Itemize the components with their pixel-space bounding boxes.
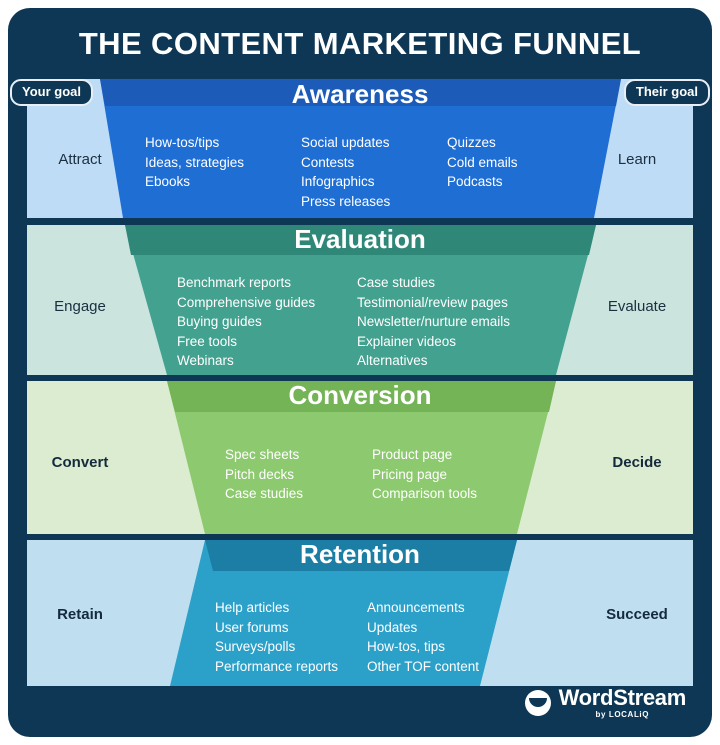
list-item: Surveys/polls	[215, 639, 296, 654]
list-item: Benchmark reports	[177, 275, 292, 290]
retention-column-1: Help articles User forums Surveys/polls …	[215, 598, 367, 676]
stage-conversion: Conversion Convert Decide Spec sheets Pi…	[27, 381, 693, 534]
conversion-left-goal: Convert	[51, 454, 109, 471]
list-item: Pricing page	[372, 466, 448, 482]
stage-retention: Retention Retain Succeed Help articles U…	[27, 540, 693, 686]
awareness-items: How-tos/tips Ideas, strategies Ebooks So…	[145, 133, 577, 211]
list-item: Alternatives	[357, 353, 428, 368]
list-item: Comprehensive guides	[177, 294, 316, 310]
list-item: Buying guides	[177, 314, 262, 329]
list-item: Free tools	[177, 333, 238, 349]
list-item: Performance reports	[215, 658, 339, 674]
list-item: Contests	[301, 154, 355, 170]
awareness-title: Awareness	[291, 79, 429, 109]
list-item: Press releases	[301, 193, 391, 209]
list-item: Cold emails	[447, 154, 518, 170]
list-item: Newsletter/nurture emails	[357, 314, 511, 329]
list-item: Webinars	[177, 353, 234, 368]
awareness-column-1: How-tos/tips Ideas, strategies Ebooks	[145, 133, 301, 211]
funnel-bands: Awareness Attract Learn How-tos/tips Ide…	[27, 79, 693, 686]
evaluation-column-1: Benchmark reports Comprehensive guides B…	[177, 273, 357, 371]
evaluation-title: Evaluation	[294, 225, 426, 254]
infographic-canvas: THE CONTENT MARKETING FUNNEL Awareness A…	[0, 0, 720, 745]
list-item: Spec sheets	[225, 447, 300, 462]
wordstream-logo: WordStream by LOCALiQ	[524, 685, 687, 719]
wordstream-smile-icon	[524, 690, 551, 716]
conversion-column-2: Product page Pricing page Comparison too…	[372, 445, 522, 504]
list-item: Help articles	[215, 600, 290, 615]
infographic-card: THE CONTENT MARKETING FUNNEL Awareness A…	[8, 8, 712, 737]
retention-column-2: Announcements Updates How-tos, tips Othe…	[367, 598, 517, 676]
list-item: Explainer videos	[357, 333, 457, 349]
list-item: Infographics	[301, 174, 375, 189]
conversion-title: Conversion	[288, 381, 432, 410]
badge-their-goal: Their goal	[623, 79, 710, 106]
list-item: Comparison tools	[372, 486, 478, 501]
awareness-column-3: Quizzes Cold emails Podcasts	[447, 133, 577, 211]
list-item: Ebooks	[145, 174, 191, 189]
logo-wordmark: WordStream	[558, 685, 687, 710]
list-item: Quizzes	[447, 135, 496, 150]
evaluation-right-goal: Evaluate	[607, 298, 667, 315]
list-item: Pitch decks	[225, 466, 295, 482]
list-item: Case studies	[357, 275, 436, 290]
awareness-right-goal: Learn	[617, 151, 657, 168]
list-item: How-tos/tips	[145, 135, 220, 150]
list-item: Ideas, strategies	[145, 154, 245, 170]
evaluation-items: Benchmark reports Comprehensive guides B…	[177, 273, 557, 371]
list-item: Podcasts	[447, 174, 503, 189]
logo-tagline: by LOCALiQ	[595, 710, 650, 719]
awareness-column-2: Social updates Contests Infographics Pre…	[301, 133, 447, 211]
retention-title: Retention	[300, 540, 420, 569]
retention-right-goal: Succeed	[606, 606, 668, 623]
badge-your-goal: Your goal	[10, 79, 93, 106]
conversion-right-goal: Decide	[612, 454, 662, 471]
conversion-items: Spec sheets Pitch decks Case studies Pro…	[225, 445, 522, 504]
list-item: Announcements	[367, 600, 465, 615]
conversion-column-1: Spec sheets Pitch decks Case studies	[225, 445, 372, 504]
stage-awareness: Awareness Attract Learn How-tos/tips Ide…	[27, 79, 693, 218]
list-item: Social updates	[301, 135, 390, 150]
retention-left-goal: Retain	[57, 606, 103, 623]
page-title: THE CONTENT MARKETING FUNNEL	[78, 26, 642, 61]
evaluation-column-2: Case studies Testimonial/review pages Ne…	[357, 273, 557, 371]
evaluation-left-goal: Engage	[54, 298, 106, 315]
stage-evaluation: Evaluation Engage Evaluate Benchmark rep…	[27, 225, 693, 375]
awareness-left-goal: Attract	[58, 151, 102, 168]
list-item: Case studies	[225, 486, 304, 501]
list-item: Updates	[367, 619, 418, 635]
logo-text-group: WordStream by LOCALiQ	[558, 685, 687, 719]
retention-items: Help articles User forums Surveys/polls …	[215, 598, 517, 676]
list-item: User forums	[215, 619, 289, 635]
list-item: Product page	[372, 447, 453, 462]
list-item: Other TOF content	[367, 658, 480, 674]
list-item: Testimonial/review pages	[357, 294, 508, 310]
list-item: How-tos, tips	[367, 639, 446, 654]
